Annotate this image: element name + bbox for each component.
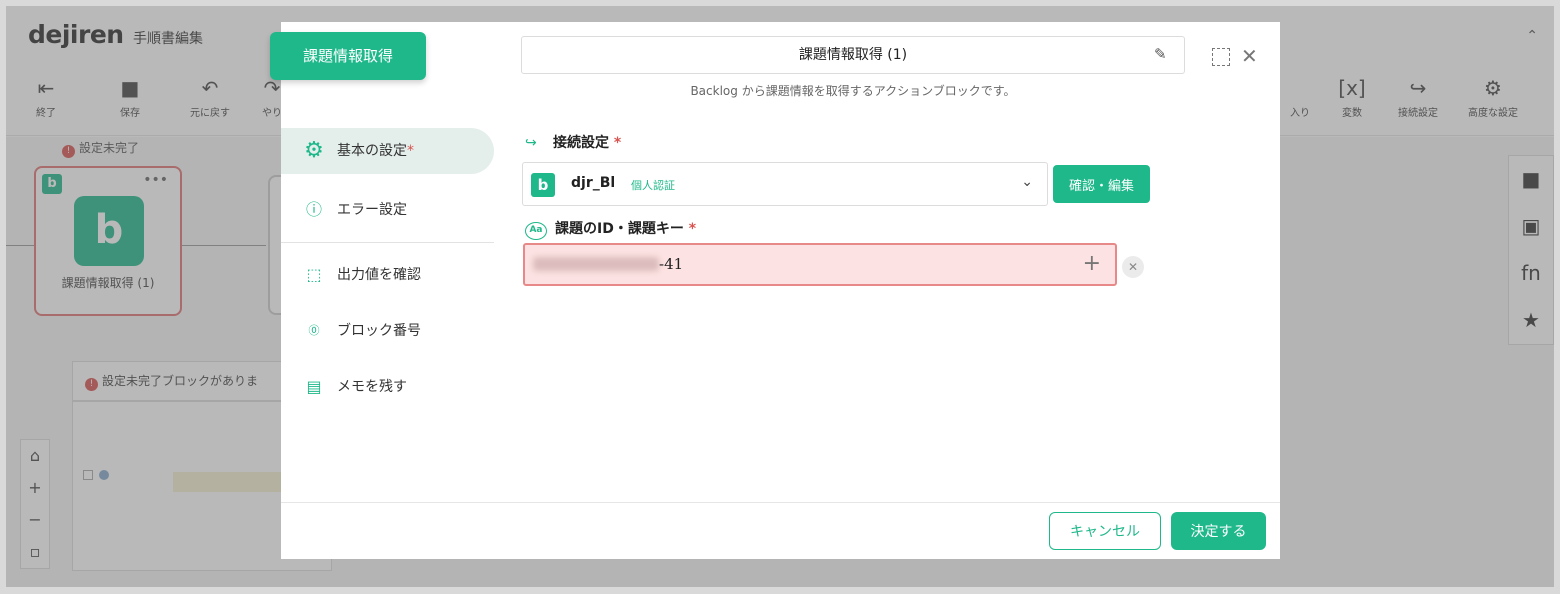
connection-heading-text: 接続設定 <box>553 135 609 151</box>
clear-icon[interactable]: ✕ <box>1122 256 1144 278</box>
menu-divider <box>281 242 494 243</box>
menu-item-basic-settings-label: 基本の設定 <box>337 143 407 159</box>
menu-item-label: 基本の設定* <box>337 128 414 174</box>
menu-item-output-check[interactable]: ⬚ 出力値を確認 <box>281 247 494 303</box>
dialog-title: 課題情報取得 (1) <box>798 47 908 63</box>
ok-button[interactable]: 決定する <box>1171 512 1266 550</box>
text-field-icon: Aa <box>525 222 547 240</box>
connection-select[interactable]: b djr_Bl 個人認証 ⌄ <box>522 162 1048 206</box>
add-variable-icon[interactable]: + <box>1083 251 1101 277</box>
gear-icon: ⚙ <box>304 138 324 163</box>
connection-name: djr_Bl <box>571 175 616 191</box>
menu-item-error-settings[interactable]: ⓘ エラー設定 <box>281 182 494 238</box>
confirm-edit-button[interactable]: 確認・編集 <box>1053 165 1150 203</box>
issue-key-value: -41 <box>659 255 684 273</box>
required-mark: * <box>688 221 697 237</box>
menu-item-label: エラー設定 <box>337 202 407 218</box>
block-type-tag: 課題情報取得 <box>270 32 426 80</box>
block-settings-dialog: 課題情報取得 (1) ✎ ✕ Backlog から課題情報を取得するアクションブ… <box>281 22 1280 559</box>
menu-item-basic-settings[interactable]: ⚙ 基本の設定* <box>281 128 494 174</box>
error-icon: ⓘ <box>305 200 322 219</box>
redacted-text <box>533 257 659 271</box>
auth-type-tag: 個人認証 <box>631 179 675 192</box>
footer-divider <box>281 502 1280 503</box>
block-title-field[interactable]: 課題情報取得 (1) ✎ <box>521 36 1185 74</box>
menu-item-block-number[interactable]: ⓪ ブロック番号 <box>281 303 494 359</box>
memo-icon: ▤ <box>306 377 322 396</box>
issue-key-input[interactable]: -41 + <box>523 243 1117 286</box>
dialog-description: Backlog から課題情報を取得するアクションブロックです。 <box>690 84 1016 98</box>
required-mark: * <box>613 135 622 151</box>
select-area-icon[interactable] <box>1212 48 1230 66</box>
number-icon: ⓪ <box>308 324 320 337</box>
cancel-button[interactable]: キャンセル <box>1049 512 1161 550</box>
connection-heading: ↪ 接続設定 * <box>525 132 621 152</box>
issue-key-heading: Aa 課題のID・課題キー * <box>525 218 696 240</box>
required-mark: * <box>407 143 414 159</box>
menu-item-label: ブロック番号 <box>337 323 421 339</box>
menu-item-label: メモを残す <box>337 379 407 395</box>
connection-icon: ↪ <box>525 135 537 151</box>
close-icon[interactable]: ✕ <box>1241 42 1258 70</box>
menu-item-label: 出力値を確認 <box>337 267 421 283</box>
menu-item-memo[interactable]: ▤ メモを残す <box>281 359 494 415</box>
backlog-badge-icon: b <box>531 173 555 197</box>
settings-menu: ⚙ 基本の設定* ⓘ エラー設定 ⬚ 出力値を確認 ⓪ ブロック番号 ▤ メモを… <box>281 128 494 415</box>
pencil-icon[interactable]: ✎ <box>1154 46 1170 62</box>
output-icon: ⬚ <box>306 265 322 284</box>
issue-key-heading-text: 課題のID・課題キー <box>555 221 684 237</box>
chevron-down-icon: ⌄ <box>1021 174 1033 190</box>
